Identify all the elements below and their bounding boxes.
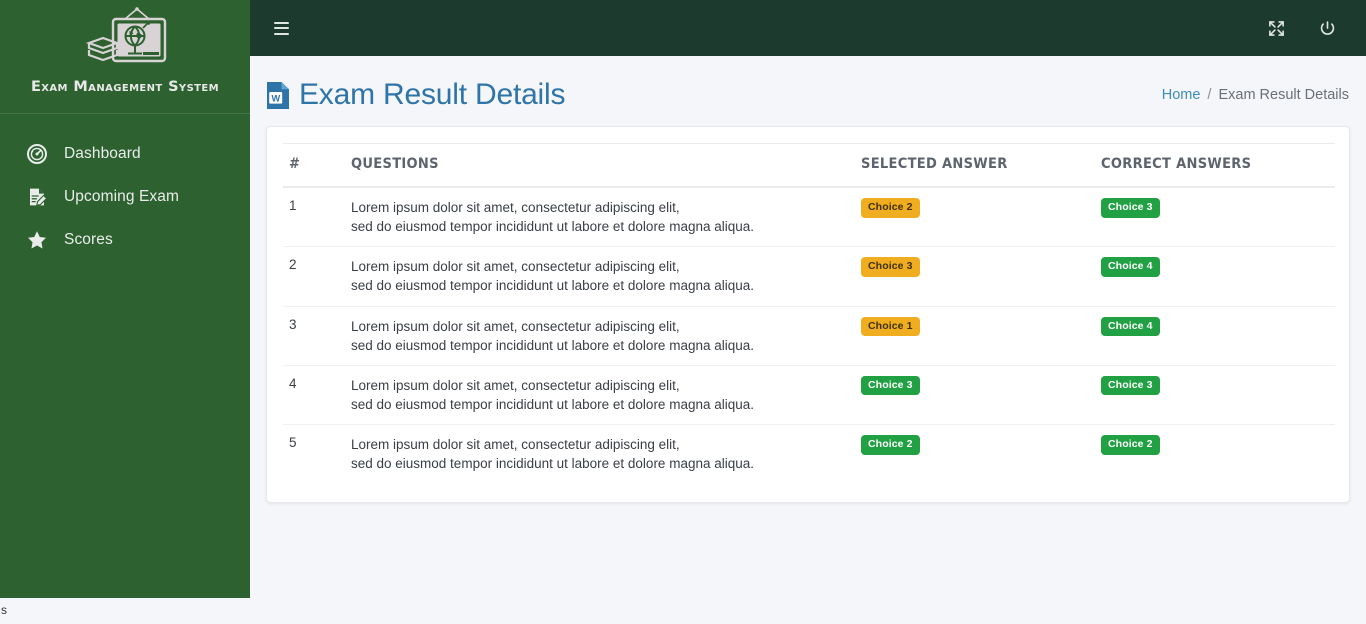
topbar-left-group bbox=[270, 18, 293, 39]
breadcrumb-separator: / bbox=[1207, 87, 1212, 103]
selected-answer-badge: Choice 3 bbox=[861, 375, 920, 396]
row-question: Lorem ipsum dolor sit amet, consectetur … bbox=[345, 425, 855, 484]
selected-answer-badge: Choice 1 bbox=[861, 316, 920, 337]
row-question: Lorem ipsum dolor sit amet, consectetur … bbox=[345, 246, 855, 307]
header-questions: QUESTIONS bbox=[345, 143, 855, 188]
word-document-icon: W bbox=[267, 81, 289, 109]
svg-text:W: W bbox=[271, 93, 280, 103]
sidebar-item-dashboard[interactable]: Dashboard bbox=[0, 132, 250, 175]
sidebar-nav: Dashboard Upcoming Exam Scores bbox=[0, 114, 250, 261]
table-row: 1 Lorem ipsum dolor sit amet, consectetu… bbox=[283, 187, 1335, 248]
row-number: 5 bbox=[289, 435, 297, 451]
main-content: W Exam Result Details Home / Exam Result… bbox=[250, 56, 1366, 624]
row-question: Lorem ipsum dolor sit amet, consectetur … bbox=[345, 187, 855, 248]
correct-answer-badge: Choice 4 bbox=[1101, 316, 1160, 337]
breadcrumb-current: Exam Result Details bbox=[1218, 87, 1349, 103]
row-selected-answer: Choice 1 bbox=[855, 306, 1095, 366]
question-line-1: Lorem ipsum dolor sit amet, consectetur … bbox=[351, 200, 680, 215]
result-card: # QUESTIONS SELECTED ANSWER CORRECT ANSW… bbox=[266, 126, 1350, 503]
exam-result-table: # QUESTIONS SELECTED ANSWER CORRECT ANSW… bbox=[283, 143, 1335, 484]
page-title-text: Exam Result Details bbox=[299, 78, 566, 111]
row-selected-answer: Choice 2 bbox=[855, 187, 1095, 248]
row-number: 1 bbox=[283, 187, 345, 248]
sidebar-item-label: Scores bbox=[64, 230, 113, 248]
correct-answer-badge: Choice 3 bbox=[1101, 375, 1160, 396]
question-line-2: sed do eiusmod tempor incididunt ut labo… bbox=[351, 456, 755, 472]
question-line-1: Lorem ipsum dolor sit amet, consectetur … bbox=[351, 259, 680, 275]
document-edit-icon bbox=[26, 186, 48, 208]
row-correct-answer: Choice 4 bbox=[1095, 306, 1335, 366]
row-number: 2 bbox=[283, 246, 345, 307]
question-line-2: sed do eiusmod tempor incididunt ut labo… bbox=[351, 397, 755, 413]
brand-name: Exam Management System bbox=[31, 79, 219, 95]
question-line-2: sed do eiusmod tempor incididunt ut labo… bbox=[351, 337, 755, 353]
menu-toggle-button[interactable] bbox=[270, 18, 293, 39]
question-line-1: Lorem ipsum dolor sit amet, consectetur … bbox=[351, 437, 680, 453]
sidebar-item-label: Dashboard bbox=[64, 144, 141, 162]
topbar bbox=[250, 0, 1366, 56]
row-correct-answer: Choice 3 bbox=[1095, 187, 1335, 248]
sidebar-item-label: Upcoming Exam bbox=[64, 187, 180, 205]
table-header-row: # QUESTIONS SELECTED ANSWER CORRECT ANSW… bbox=[283, 143, 1335, 188]
row-selected-answer: Choice 3 bbox=[855, 246, 1095, 307]
selected-answer-badge: Choice 2 bbox=[861, 435, 920, 455]
correct-answer-badge: Choice 3 bbox=[1101, 198, 1160, 218]
row-number: 3 bbox=[283, 306, 345, 366]
header-selected-answer: SELECTED ANSWER bbox=[855, 143, 1095, 188]
row-selected-answer: Choice 3 bbox=[855, 365, 1095, 426]
question-line-1: Lorem ipsum dolor sit amet, consectetur … bbox=[351, 377, 680, 393]
table-row: 5 Lorem ipsum dolor sit amet, consectetu… bbox=[283, 425, 1335, 484]
correct-answer-badge: Choice 2 bbox=[1101, 435, 1160, 455]
app-root: Exam Management System Dashboard Upcomin… bbox=[0, 0, 1366, 624]
table-row: 4 Lorem ipsum dolor sit amet, consectetu… bbox=[283, 365, 1335, 426]
page-title: W Exam Result Details bbox=[266, 78, 565, 112]
breadcrumb: Home / Exam Result Details bbox=[1162, 87, 1350, 103]
row-correct-answer: Choice 4 bbox=[1095, 246, 1335, 307]
fullscreen-button[interactable] bbox=[1264, 16, 1289, 41]
expand-arrows-icon bbox=[1269, 20, 1284, 36]
stray-text: s bbox=[1, 603, 7, 617]
selected-answer-badge: Choice 3 bbox=[861, 257, 920, 277]
table-body: 1 Lorem ipsum dolor sit amet, consectetu… bbox=[283, 187, 1335, 484]
sidebar: Exam Management System Dashboard Upcomin… bbox=[0, 0, 250, 598]
star-icon bbox=[26, 229, 48, 251]
power-icon bbox=[1320, 20, 1335, 35]
row-correct-answer: Choice 2 bbox=[1095, 425, 1335, 484]
table-row: 2 Lorem ipsum dolor sit amet, consectetu… bbox=[283, 246, 1335, 307]
row-question: Lorem ipsum dolor sit amet, consectetur … bbox=[345, 306, 855, 366]
table-head: # QUESTIONS SELECTED ANSWER CORRECT ANSW… bbox=[283, 143, 1335, 188]
logout-button[interactable] bbox=[1315, 16, 1340, 41]
tachometer-icon bbox=[26, 143, 48, 165]
topbar-right-group bbox=[1264, 16, 1340, 41]
header-correct-answers: CORRECT ANSWERS bbox=[1095, 143, 1335, 188]
sidebar-item-upcoming-exam[interactable]: Upcoming Exam bbox=[0, 175, 250, 218]
breadcrumb-home-link[interactable]: Home bbox=[1162, 87, 1201, 103]
page-header: W Exam Result Details Home / Exam Result… bbox=[250, 56, 1366, 118]
chalkboard-globe-books-icon bbox=[85, 7, 167, 63]
selected-answer-badge: Choice 2 bbox=[861, 198, 920, 218]
row-number: 4 bbox=[283, 365, 345, 426]
header-number: # bbox=[283, 143, 345, 188]
question-line-1: Lorem ipsum dolor sit amet, consectetur … bbox=[351, 318, 680, 334]
table-row: 3 Lorem ipsum dolor sit amet, consectetu… bbox=[283, 306, 1335, 366]
row-question: Lorem ipsum dolor sit amet, consectetur … bbox=[345, 365, 855, 426]
hamburger-icon bbox=[274, 21, 289, 35]
row-correct-answer: Choice 3 bbox=[1095, 365, 1335, 426]
question-line-2: sed do eiusmod tempor incididunt ut labo… bbox=[351, 219, 755, 235]
correct-answer-badge: Choice 4 bbox=[1101, 257, 1160, 277]
brand-block[interactable]: Exam Management System bbox=[0, 0, 250, 114]
row-selected-answer: Choice 2 bbox=[855, 425, 1095, 484]
question-line-2: sed do eiusmod tempor incididunt ut labo… bbox=[351, 278, 755, 294]
sidebar-item-scores[interactable]: Scores bbox=[0, 218, 250, 261]
